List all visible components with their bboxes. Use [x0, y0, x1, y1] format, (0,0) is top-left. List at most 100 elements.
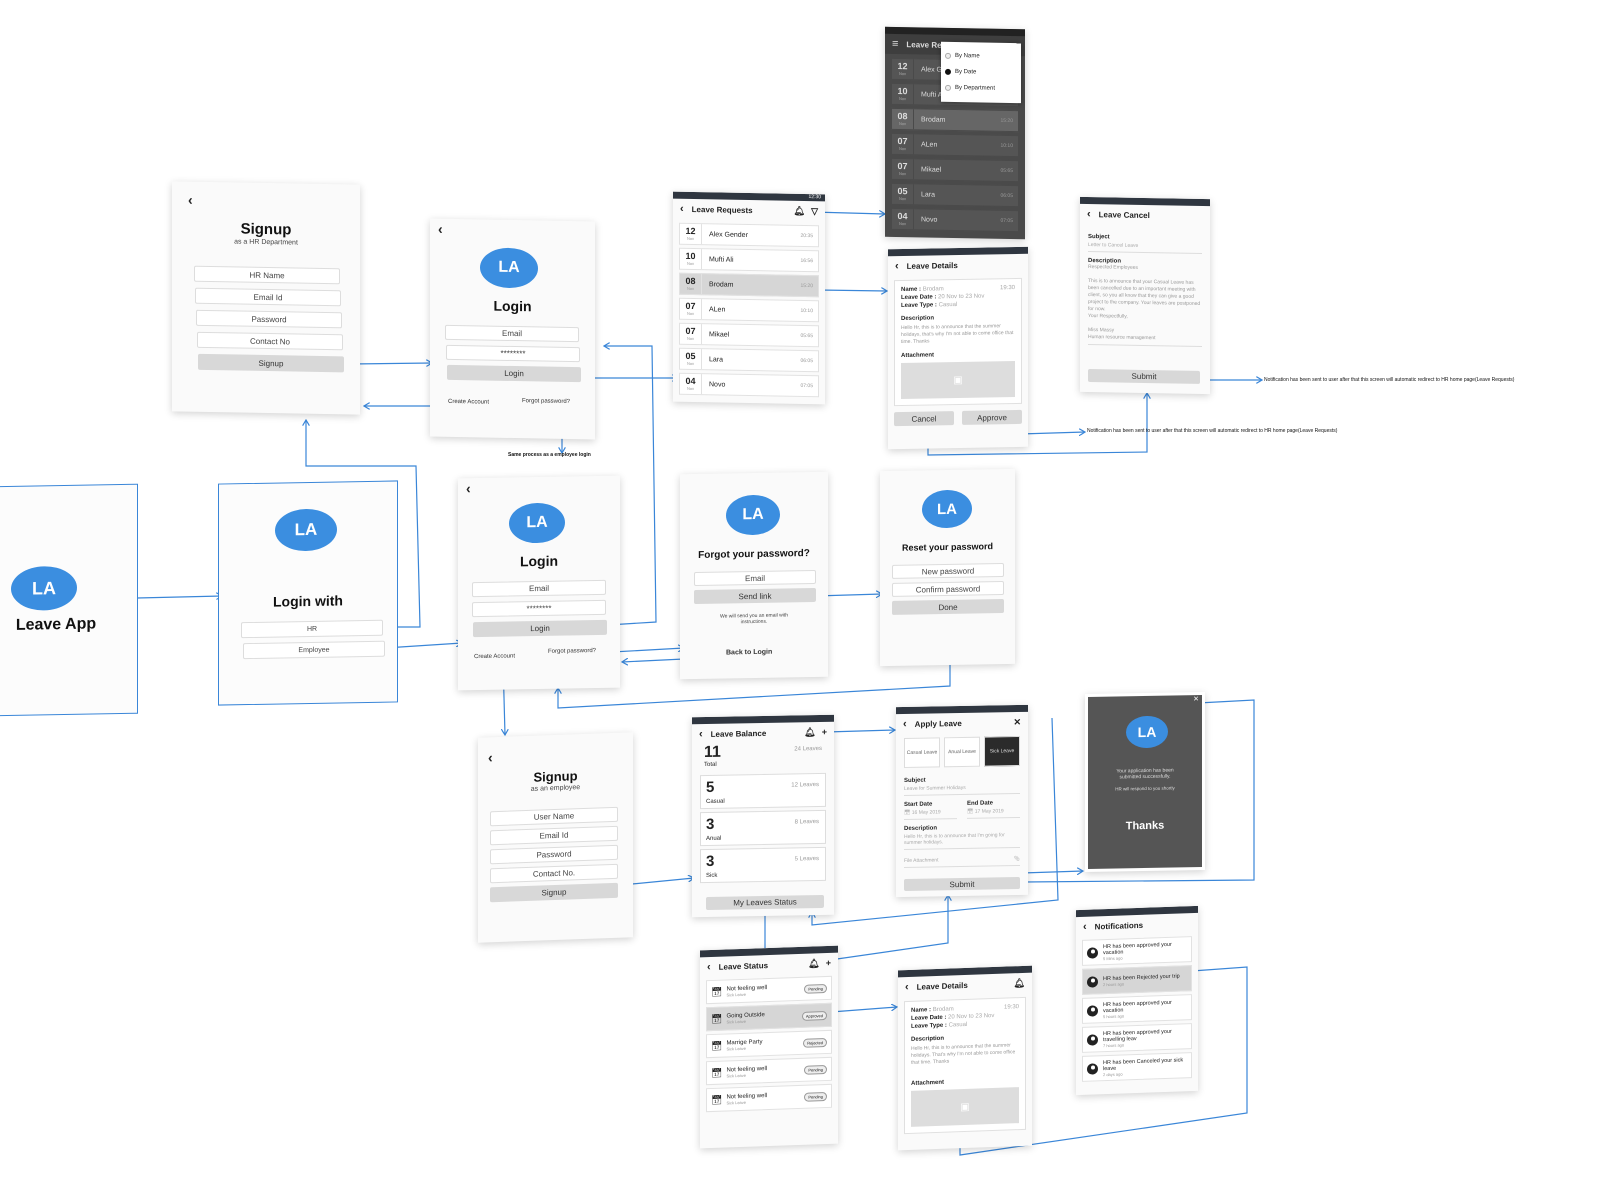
leave-request-row[interactable]: 05 Nov Lara 06:05 [679, 347, 819, 373]
leave-type-tab[interactable]: Anual Leave [944, 736, 980, 768]
end-date-input[interactable]: 📅︎ 17 May 2019 [967, 805, 1020, 819]
paperclip-icon[interactable]: 📎︎ [1014, 856, 1020, 862]
leave-type-tab[interactable]: Sick Leave [984, 735, 1020, 767]
request-time: 07:05 [1000, 217, 1013, 225]
back-icon[interactable]: ‹ [488, 749, 493, 765]
new-password-input[interactable]: New password [892, 563, 1004, 579]
leave-status-row[interactable]: 📅︎ Marrige Party Sick Leave Rejected [706, 1029, 832, 1059]
close-icon[interactable]: ✕ [1013, 716, 1021, 727]
leave-request-row[interactable]: 04 Nov Novo 07:05 [891, 207, 1019, 233]
approve-button[interactable]: Approve [962, 409, 1022, 425]
image-placeholder-icon[interactable]: ▣ [901, 361, 1015, 399]
signup-button[interactable]: Signup [490, 882, 618, 903]
back-icon[interactable]: ‹ [905, 981, 909, 993]
radio-button[interactable] [945, 52, 951, 59]
filter-icon[interactable]: ▽ [811, 206, 818, 217]
leave-request-row[interactable]: 10Nov Mufti Ali 16:56 [679, 247, 819, 273]
email-field[interactable]: Email Id [195, 287, 341, 307]
leave-request-row[interactable]: 07 Nov Mikael 05:65 [891, 157, 1019, 183]
forgot-password-link[interactable]: Forgot password? [522, 398, 570, 405]
screen-forgot-password: LA Forgot your password? Email Send link… [680, 471, 828, 680]
radio-button[interactable] [945, 84, 951, 91]
leave-request-row[interactable]: 07 Nov ALen 10:10 [891, 132, 1019, 158]
password-field[interactable]: Password [490, 844, 618, 865]
hr-name-field[interactable]: HR Name [194, 265, 340, 285]
submit-button[interactable]: Submit [904, 876, 1020, 892]
screen-apply-leave: ‹ Apply Leave ✕ Casual Leave Anual Leave S… [896, 704, 1028, 898]
notification-row[interactable]: HR has been approved your vacation 5 hour… [1082, 994, 1192, 1024]
back-icon[interactable]: ‹ [895, 260, 899, 272]
email-field[interactable]: Email Id [490, 825, 618, 846]
bell-icon[interactable]: 🔔︎ [1014, 977, 1025, 988]
employee-option-button[interactable]: Employee [243, 640, 385, 660]
signup-button[interactable]: Signup [198, 353, 344, 373]
password-field[interactable]: Password [196, 309, 342, 329]
filter-option[interactable]: By Department [945, 80, 1017, 97]
start-date-input[interactable]: 📅︎ 16 May 2019 [904, 807, 957, 821]
menu-icon[interactable]: ≡ [892, 38, 898, 50]
notification-row[interactable]: HR has been Rejected your trip 2 hours ag… [1082, 965, 1192, 995]
create-account-link[interactable]: Create Account [474, 653, 515, 660]
back-icon[interactable]: ‹ [707, 961, 711, 973]
notification-row[interactable]: HR has been approved your vacation 5 Mins… [1082, 936, 1192, 966]
back-icon[interactable]: ‹ [1083, 921, 1087, 933]
login-button[interactable]: Login [473, 619, 607, 638]
contact-field[interactable]: Contact No [197, 331, 343, 351]
email-input[interactable]: Email [472, 579, 606, 598]
back-icon[interactable]: ‹ [903, 718, 907, 730]
my-leave-status-button[interactable]: My Leaves Status [706, 894, 824, 910]
back-icon[interactable]: ‹ [1087, 208, 1091, 220]
back-icon[interactable]: ‹ [466, 480, 471, 496]
notification-row[interactable]: HR has been approved your travelling lea… [1082, 1023, 1192, 1053]
description-input[interactable]: Hello Hr, this is to announce that I'm g… [904, 829, 1020, 851]
leave-request-row[interactable]: 04 Nov Novo 07:05 [679, 372, 819, 398]
contact-field[interactable]: Contact No. [490, 863, 618, 884]
filter-option[interactable]: By Date [945, 64, 1017, 81]
calendar-icon: 📅︎ [711, 1067, 723, 1078]
create-account-link[interactable]: Create Account [448, 399, 489, 406]
username-field[interactable]: User Name [490, 806, 618, 827]
subject-input[interactable]: Letter to Cancel Leave [1088, 240, 1202, 254]
email-input[interactable]: Email [694, 569, 816, 587]
forgot-password-link[interactable]: Forgot password? [548, 648, 596, 655]
leave-request-row[interactable]: 08 Nov Brodam 15:20 [679, 272, 819, 298]
description-input[interactable]: Respected Employees This is to announce … [1088, 264, 1202, 347]
leave-request-row[interactable]: 05 Nov Lara 06:05 [891, 182, 1019, 208]
done-button[interactable]: Done [892, 599, 1004, 615]
close-icon[interactable]: ✕ [1193, 695, 1199, 703]
description-text: Hello Hr, this is to announce that the s… [901, 323, 1014, 345]
confirm-password-input[interactable]: Confirm password [892, 581, 1004, 597]
bell-icon[interactable]: 🔔︎ [804, 727, 815, 738]
login-button[interactable]: Login [447, 364, 581, 383]
bell-icon[interactable]: 🔔︎ [794, 205, 805, 216]
leave-status-row[interactable]: 📅︎ Not feeling well Sick Leave Pending [706, 975, 832, 1005]
send-link-button[interactable]: Send link [694, 587, 816, 605]
back-icon[interactable]: ‹ [188, 192, 193, 208]
submit-button[interactable]: Submit [1088, 369, 1200, 384]
leave-status-row[interactable]: 📅︎ Going Outside Sick Leave Approved [706, 1002, 832, 1032]
password-input[interactable]: ******** [446, 344, 580, 363]
leave-request-row[interactable]: 07 Nov Mikael 05:65 [679, 322, 819, 348]
leave-request-row[interactable]: 08 Nov Brodam 15:20 [891, 107, 1019, 133]
back-icon[interactable]: ‹ [699, 728, 703, 740]
email-input[interactable]: Email [445, 324, 579, 343]
bell-icon[interactable]: 🔔︎ [808, 958, 819, 969]
notification-row[interactable]: HR has been Canceled your sick leave 2 da… [1082, 1052, 1192, 1082]
back-icon[interactable]: ‹ [680, 203, 684, 215]
cancel-button[interactable]: Cancel [894, 411, 954, 427]
file-attachment-input[interactable]: File Attachment 📎︎ [904, 853, 1020, 869]
filter-option[interactable]: By Name [945, 48, 1017, 65]
back-to-login-link[interactable]: Back to Login [726, 649, 772, 657]
leave-status-row[interactable]: 📅︎ Not feeling well Sick Leave Pending [706, 1056, 832, 1086]
leave-request-row[interactable]: 12Nov Alex Gender 20:35 [679, 222, 819, 248]
leave-status-row[interactable]: 📅︎ Not feeling well Sick Leave Pending [706, 1083, 832, 1113]
radio-button[interactable] [945, 68, 951, 75]
back-icon[interactable]: ‹ [438, 221, 443, 237]
leave-request-row[interactable]: 07 Nov ALen 10:10 [679, 297, 819, 323]
hr-option-button[interactable]: HR [241, 619, 383, 639]
add-icon[interactable]: + [822, 726, 827, 737]
add-icon[interactable]: + [826, 957, 831, 968]
leave-type-tab[interactable]: Casual Leave [904, 737, 940, 769]
password-input[interactable]: ******** [472, 599, 606, 618]
image-placeholder-icon[interactable]: ▣ [911, 1087, 1019, 1127]
